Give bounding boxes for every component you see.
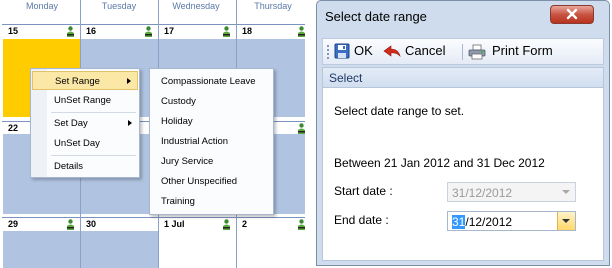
weekday-header-wednesday: Wednesday	[172, 1, 220, 11]
submenu-item-holiday[interactable]: Holiday	[151, 112, 272, 132]
person-icon[interactable]	[222, 219, 231, 230]
print-form-label: Print Form	[492, 43, 553, 58]
menu-item-unset-day[interactable]: UnSet Day	[32, 134, 138, 153]
submenu-item-label: Other Unspecified	[161, 176, 238, 187]
person-icon[interactable]	[297, 219, 306, 230]
date-label-30: 30	[86, 219, 97, 229]
grid-line	[2, 24, 305, 25]
menu-item-label: Details	[54, 161, 84, 172]
red-back-arrow-icon	[383, 45, 401, 58]
person-icon[interactable]	[66, 26, 75, 37]
menu-item-label: UnSet Day	[54, 138, 100, 149]
person-icon[interactable]	[297, 26, 306, 37]
submenu-item-other-unspecified[interactable]: Other Unspecified	[151, 172, 272, 192]
weekday-header-thursday: Thursday	[254, 1, 292, 11]
date-bar-week3: 29 30 1 Jul 2	[3, 218, 305, 231]
submenu-item-industrial-action[interactable]: Industrial Action	[151, 132, 272, 152]
chevron-down-icon	[562, 190, 570, 194]
menu-separator	[51, 112, 136, 113]
person-icon[interactable]	[144, 26, 153, 37]
start-date-value: 31/12/2012	[452, 186, 513, 200]
dialog-content-panel: Select Select date range to set. Between…	[322, 67, 604, 261]
start-date-label: Start date :	[334, 184, 393, 198]
set-range-submenu: Compassionate Leave Custody Holiday Indu…	[149, 68, 274, 215]
print-form-button[interactable]: Print Form	[468, 41, 568, 62]
save-disk-icon	[334, 43, 350, 59]
toolbar-grip[interactable]	[327, 45, 329, 59]
submenu-arrow-icon	[128, 120, 132, 126]
person-icon[interactable]	[222, 26, 231, 37]
submenu-item-custody[interactable]: Custody	[151, 92, 272, 112]
person-icon[interactable]	[297, 123, 306, 134]
submenu-item-label: Industrial Action	[161, 136, 229, 147]
date-label-16: 16	[86, 26, 97, 36]
submenu-item-label: Training	[161, 196, 195, 207]
date-label-22: 22	[8, 123, 19, 133]
weekday-header-tuesday: Tuesday	[101, 1, 137, 11]
ok-button[interactable]: OK	[333, 41, 379, 62]
date-label-15: 15	[8, 26, 19, 36]
print-form-icon	[468, 44, 486, 60]
cancel-button[interactable]: Cancel	[383, 41, 457, 62]
end-date-combo[interactable]: 31/12/2012	[447, 211, 576, 231]
menu-item-set-range[interactable]: Set Range	[32, 71, 138, 90]
chevron-down-icon	[562, 219, 570, 223]
submenu-item-label: Custody	[161, 96, 196, 107]
calendar-day-30[interactable]	[81, 231, 158, 268]
menu-item-unset-range[interactable]: UnSet Range	[32, 91, 138, 110]
group-title: Select	[329, 71, 363, 85]
menu-item-details[interactable]: Details	[32, 157, 138, 176]
end-date-selected-day: 31	[452, 215, 466, 229]
date-label-18: 18	[242, 26, 253, 36]
submenu-item-label: Holiday	[161, 116, 193, 127]
weekday-header-monday: Monday	[25, 1, 59, 11]
date-label-17: 17	[164, 26, 175, 36]
date-bar-week1: 15 16 17 18	[3, 25, 305, 38]
menu-item-label: Set Range	[55, 76, 100, 87]
toolbar-separator	[462, 44, 463, 60]
instruction-text: Select date range to set.	[334, 104, 465, 118]
date-label-1-jul: 1 Jul	[164, 219, 185, 229]
start-date-combo: 31/12/2012	[447, 182, 576, 202]
person-icon[interactable]	[66, 219, 75, 230]
menu-item-set-day[interactable]: Set Day	[32, 114, 138, 133]
select-date-range-dialog: Select date range OK Cancel Print Form S…	[316, 0, 610, 266]
submenu-item-label: Jury Service	[161, 156, 214, 167]
submenu-item-jury-service[interactable]: Jury Service	[151, 152, 272, 172]
dialog-title-bar[interactable]: Select date range	[317, 1, 609, 33]
group-header: Select	[323, 68, 603, 88]
end-date-label: End date :	[334, 213, 389, 227]
context-menu: Set Range UnSet Range Set Day UnSet Day …	[30, 68, 140, 178]
submenu-item-label: Compassionate Leave	[161, 76, 256, 87]
submenu-item-compassionate-leave[interactable]: Compassionate Leave	[151, 72, 272, 92]
date-label-29: 29	[8, 219, 19, 229]
dialog-title: Select date range	[325, 9, 427, 24]
close-icon	[566, 8, 578, 20]
calendar-month-view: Monday Tuesday Wednesday Thursday 15 16 …	[0, 0, 310, 268]
end-date-rest: /12/2012	[465, 215, 513, 229]
grid-line	[2, 217, 305, 218]
cancel-label: Cancel	[405, 43, 446, 58]
end-date-dropdown-button[interactable]	[557, 212, 575, 230]
date-label-2: 2	[242, 219, 248, 229]
dialog-toolbar: OK Cancel Print Form	[322, 38, 604, 65]
calendar-day-29[interactable]	[3, 231, 80, 268]
menu-separator	[51, 155, 136, 156]
ok-label: OK	[354, 43, 373, 58]
submenu-arrow-icon	[127, 78, 131, 84]
end-date-value[interactable]: 31/12/2012	[452, 215, 512, 229]
range-text: Between 21 Jan 2012 and 31 Dec 2012	[334, 156, 545, 170]
menu-item-label: Set Day	[54, 118, 88, 129]
submenu-item-training[interactable]: Training	[151, 192, 272, 212]
menu-item-label: UnSet Range	[54, 95, 112, 106]
close-button[interactable]	[550, 5, 594, 24]
